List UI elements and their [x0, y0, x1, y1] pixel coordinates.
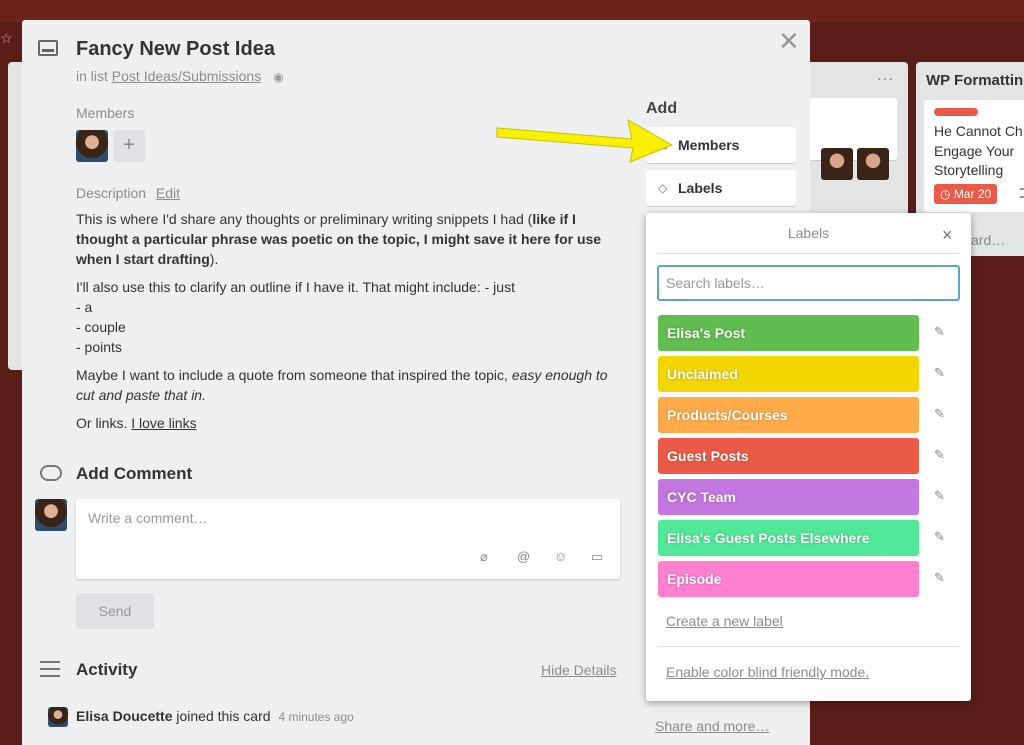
annotation-arrow — [496, 119, 674, 163]
